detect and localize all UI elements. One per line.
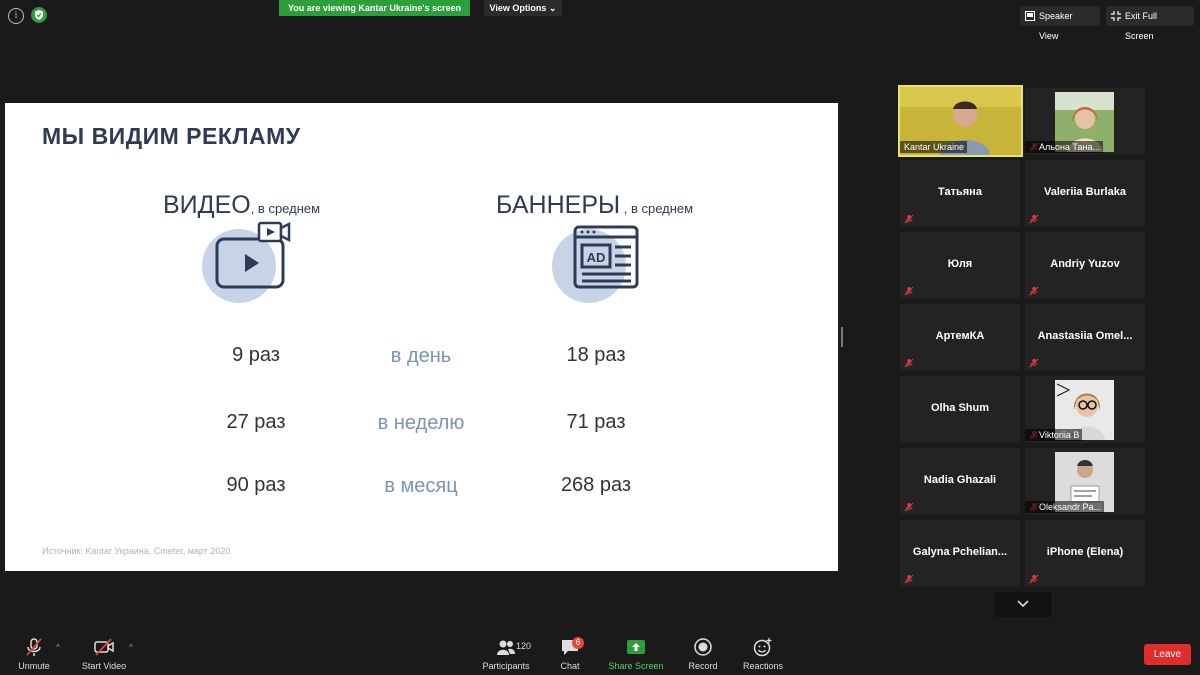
participant-tile[interactable]: Valeriia Burlaka [1025,160,1145,227]
participant-tile[interactable]: Galyna Pchelian... [900,520,1020,587]
period-month: в месяц [384,475,458,497]
exit-fullscreen-button[interactable]: Exit Full Screen [1106,6,1194,41]
participant-name: iPhone (Elena) [1046,546,1124,558]
audio-options-caret[interactable]: ^ [56,643,60,652]
mic-muted-icon [904,214,914,224]
participants-icon [497,640,515,655]
shield-check-icon[interactable] [31,7,47,23]
unmute-label: Unmute [18,661,50,671]
participant-tile[interactable]: Альона Тана... [1025,88,1145,155]
mic-muted-icon [1029,574,1039,584]
info-icon[interactable]: i [8,8,24,24]
mic-muted-icon [26,638,42,656]
chat-unread-badge: 6 [572,637,584,649]
mic-muted-icon [904,358,914,368]
mic-muted-icon [1029,358,1039,368]
video-off-icon [94,638,114,656]
video-heading-sub: , в среднем [250,201,321,216]
start-video-label: Start Video [81,661,127,671]
participant-name: Kantar Ukraine [900,141,968,153]
ad-icon-text: AD [587,250,606,265]
leave-button[interactable]: Leave [1144,644,1191,665]
more-participants-button[interactable] [995,592,1051,617]
chevron-down-icon [1017,600,1029,608]
video-heading: ВИДЕО, в среднем [163,191,320,220]
participant-tile[interactable]: Andriy Yuzov [1025,232,1145,299]
viewing-screen-banner: You are viewing Kantar Ukraine's screen [279,0,470,16]
participant-tile[interactable]: Olha Shum [900,376,1020,443]
ad-banner-icon: AD [573,225,639,289]
banner-per-month: 268 раз [560,474,632,496]
period-week: в неделю [377,412,465,434]
view-options-button[interactable]: View Options ⌄ [484,0,562,16]
speaker-view-icon [1025,11,1035,21]
participant-tile[interactable]: Nadia Ghazali [900,448,1020,515]
exit-fullscreen-label: Exit Full Screen [1125,11,1158,41]
record-label: Record [688,661,718,671]
period-day: в день [390,345,452,367]
share-screen-icon [627,640,645,654]
participants-count: 120 [516,641,532,651]
mic-muted-icon [904,574,914,584]
video-heading-text: ВИДЕО [163,191,251,219]
participant-name: Oleksandr Pa... [1025,501,1105,513]
video-per-day: 9 раз [232,344,280,366]
participant-name: Anastasiia Omel... [1037,330,1133,342]
slide-source-note: Источник: Kantar Украина, Cmeter, март 2… [42,546,231,556]
start-video-button[interactable]: Start Video [74,637,134,671]
share-screen-button[interactable]: Share Screen [606,637,666,671]
video-per-week: 27 раз [226,411,286,433]
banner-per-day: 18 раз [566,344,626,366]
video-play-icon [215,221,291,289]
video-options-caret[interactable]: ^ [129,643,133,652]
participants-label: Participants [482,661,530,671]
participant-name: Galyna Pchelian... [912,546,1008,558]
chat-label: Chat [560,661,580,671]
participant-tile[interactable]: Oleksandr Pa... [1025,448,1145,515]
participant-tile[interactable]: Anastasiia Omel... [1025,304,1145,371]
participant-name: Valeriia Burlaka [1044,186,1126,198]
zoom-meeting-window: i You are viewing Kantar Ukraine's scree… [0,0,1200,675]
mic-muted-icon [904,502,914,512]
participant-name: Andriy Yuzov [1050,258,1120,270]
participant-tile[interactable]: Kantar Ukraine [898,85,1023,157]
banner-heading-text: БАННЕРЫ [496,191,621,219]
reactions-icon [753,638,772,657]
participant-name: Nadia Ghazali [923,474,997,486]
participant-name: Olha Shum [930,402,990,414]
participant-tile[interactable]: iPhone (Elena) [1025,520,1145,587]
participant-name: Viktoriia B [1025,429,1083,441]
unmute-button[interactable]: Unmute [4,637,64,671]
participant-name: АртемКА [935,330,985,342]
speaker-view-label: Speaker View [1039,11,1073,41]
participant-name: Юля [947,258,973,270]
participant-tile[interactable]: Юля [900,232,1020,299]
participant-tile[interactable]: Татьяна [900,160,1020,227]
participant-tile[interactable]: АртемКА [900,304,1020,371]
banner-heading-sub: , в среднем [620,201,694,216]
participant-name: Татьяна [938,186,982,198]
mic-muted-icon [1029,286,1039,296]
banner-heading: БАННЕРЫ , в среднем [496,191,693,220]
panel-resize-handle[interactable] [841,327,843,347]
video-per-month: 90 раз [226,474,286,496]
reactions-label: Reactions [742,661,784,671]
mic-muted-icon [904,286,914,296]
exit-fullscreen-icon [1111,11,1121,21]
mic-muted-icon [1029,214,1039,224]
shared-screen-slide: МЫ ВИДИМ РЕКЛАМУ ВИДЕО, в среднем БАННЕР… [5,103,838,571]
record-button[interactable]: Record [673,637,733,671]
share-screen-label: Share Screen [608,661,664,671]
participant-name: Альона Тана... [1025,141,1104,153]
slide-title: МЫ ВИДИМ РЕКЛАМУ [42,123,301,149]
chat-button[interactable]: Chat [540,637,600,671]
banner-per-week: 71 раз [566,411,626,433]
speaker-view-button[interactable]: Speaker View [1020,6,1100,41]
participant-tile[interactable]: Viktoriia B [1025,376,1145,443]
record-icon [694,638,712,656]
reactions-button[interactable]: Reactions [733,637,793,671]
